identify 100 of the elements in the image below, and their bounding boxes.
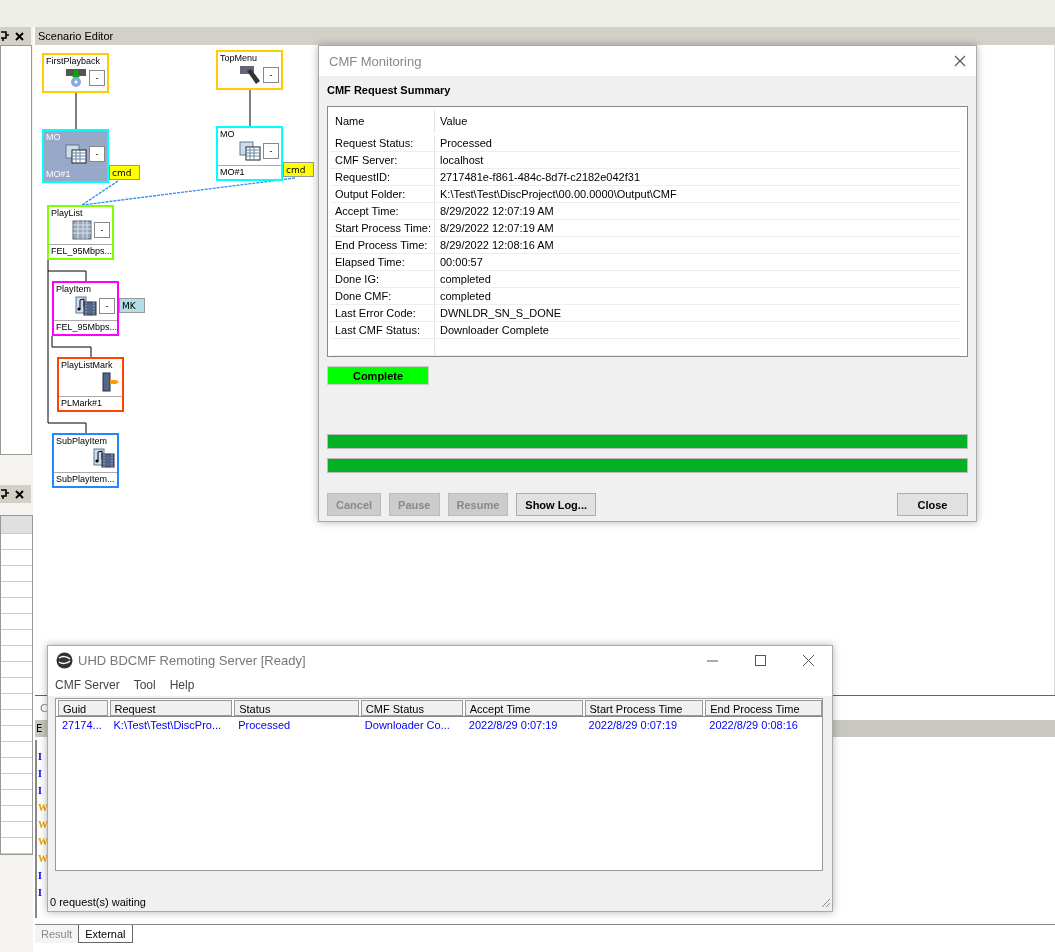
film-music-icon xyxy=(75,296,97,316)
close-icon[interactable] xyxy=(15,31,24,41)
column-header[interactable]: Start Process Time xyxy=(584,699,704,716)
node-label: MO#1 xyxy=(218,165,281,179)
editor-title: Scenario Editor xyxy=(35,27,1055,45)
collapse-button[interactable]: - xyxy=(94,222,110,238)
node-title: PlayList xyxy=(50,207,84,220)
close-icon[interactable] xyxy=(803,654,814,666)
connector-line xyxy=(249,89,251,127)
node-label: PLMark#1 xyxy=(59,396,122,410)
resize-grip-icon[interactable] xyxy=(821,898,831,908)
table-cell: CMF Server: xyxy=(330,152,435,168)
menu-item[interactable]: CMF Server xyxy=(55,678,120,692)
section-heading: CMF Request Summary xyxy=(327,84,452,96)
collapse-button[interactable]: - xyxy=(263,143,279,159)
tab[interactable]: External xyxy=(78,925,133,943)
table-icon xyxy=(239,141,261,161)
log-line: W xyxy=(38,801,48,815)
table-cell-text: 8/29/2022 12:08:16 AM xyxy=(439,238,555,253)
column-header: Value xyxy=(439,114,469,129)
table-cell-text: completed xyxy=(439,272,492,287)
collapse-button[interactable]: - xyxy=(99,298,115,314)
table-cell-text: 2022/8/29 0:07:19 xyxy=(587,718,679,733)
status-badge: Complete xyxy=(327,366,429,385)
close-icon[interactable] xyxy=(954,55,966,67)
disc-icon xyxy=(65,68,87,88)
menu-item[interactable]: Help xyxy=(169,678,195,692)
remote-icon xyxy=(239,65,261,85)
pin-icon[interactable] xyxy=(1,31,9,41)
collapse-button[interactable]: - xyxy=(89,146,105,162)
column-header[interactable]: Request xyxy=(109,699,233,716)
panel-tab[interactable]: C xyxy=(40,701,48,715)
column-header[interactable]: Status xyxy=(234,699,359,716)
table-cell-text: K:\Test\Test\DiscPro... xyxy=(112,718,223,733)
node-title: TopMenu xyxy=(219,52,259,65)
dialog-button[interactable]: Close xyxy=(897,493,968,516)
node-title: SubPlayItem xyxy=(55,435,109,448)
table-cell-text: Processed xyxy=(237,718,292,733)
collapse-button[interactable]: - xyxy=(263,67,279,83)
diagram-node[interactable]: PlayListMark PLMark#1 xyxy=(57,357,124,412)
status-text: 0 request(s) waiting xyxy=(50,896,146,908)
diagram-node[interactable]: PlayList - FEL_95Mbps... xyxy=(47,205,114,260)
connector-line xyxy=(75,92,77,130)
log-line: I xyxy=(38,886,42,900)
pin-icon[interactable] xyxy=(1,489,9,499)
column-header[interactable]: Guid xyxy=(58,699,108,716)
window-title: UHD BDCMF Remoting Server [Ready] xyxy=(78,652,306,668)
node-title: MO xyxy=(45,131,62,144)
table-cell-text: completed xyxy=(439,289,492,304)
log-line: I xyxy=(38,750,42,764)
log-line: I xyxy=(38,767,42,781)
collapse-button[interactable]: - xyxy=(89,70,105,86)
table-cell: RequestID: xyxy=(330,169,435,185)
table-cell-text: Downloader Complete xyxy=(439,323,550,338)
table-cell-text: 2022/8/29 0:08:16 xyxy=(708,718,799,733)
diagram-node[interactable]: MO - MO#1 xyxy=(216,126,283,181)
table-cell: Request Status: xyxy=(330,135,435,151)
node-tag: MK xyxy=(119,298,145,313)
table-cell-text: 00:00:57 xyxy=(439,255,484,270)
table-cell: Done IG: xyxy=(330,271,435,287)
table-cell-text: 8/29/2022 12:07:19 AM xyxy=(439,221,555,236)
table-cell: Last CMF Status: xyxy=(330,322,435,338)
log-line: I xyxy=(38,869,42,883)
maximize-icon[interactable] xyxy=(755,654,766,666)
table-cell: Accept Time: xyxy=(330,203,435,219)
table-cell-text: K:\Test\Test\DiscProject\00.00.0000\Output\CMF xyxy=(439,187,678,202)
node-label: MO#1 xyxy=(44,167,107,181)
table-cell-text: 27174... xyxy=(61,718,103,733)
close-icon[interactable] xyxy=(15,489,24,499)
node-title: MO xyxy=(219,128,236,141)
node-tag: cmd xyxy=(109,165,141,180)
node-label: FEL_95Mbps... xyxy=(49,244,112,258)
column-header[interactable]: Accept Time xyxy=(464,699,583,716)
table-cell-text: 2717481e-f861-484c-8d7f-c2182e042f31 xyxy=(439,170,641,185)
log-line: W xyxy=(38,852,48,866)
table-cell-text: Processed xyxy=(439,136,493,151)
node-title: FirstPlayback xyxy=(45,55,101,68)
log-line: W xyxy=(38,818,48,832)
node-label: SubPlayItem... xyxy=(54,472,117,486)
node-tag: cmd xyxy=(283,162,315,177)
column-header[interactable]: End Process Time xyxy=(705,699,822,716)
table-cell-text: 2022/8/29 0:07:19 xyxy=(467,718,559,733)
window-title: CMF Monitoring xyxy=(329,53,422,69)
app-logo-icon xyxy=(56,651,73,669)
table-cell: Last Error Code: xyxy=(330,305,435,321)
table-cell-text: Downloader Co... xyxy=(363,718,451,733)
table-cell: Output Folder: xyxy=(330,186,435,202)
table-cell: Start Process Time: xyxy=(330,220,435,236)
diagram-node[interactable]: TopMenu - xyxy=(216,50,283,90)
menu-item[interactable]: Tool xyxy=(133,678,156,692)
node-label: FEL_95Mbps... xyxy=(54,320,117,334)
log-line: I xyxy=(38,784,42,798)
table-cell: Done CMF: xyxy=(330,288,435,304)
column-header[interactable]: CMF Status xyxy=(360,699,463,716)
diagram-node[interactable]: FirstPlayback - xyxy=(42,53,109,93)
table-cell-text: DWNLDR_SN_S_DONE xyxy=(439,306,563,321)
diagram-node[interactable]: SubPlayItem SubPlayItem... xyxy=(52,433,119,488)
dialog-button[interactable]: Show Log... xyxy=(516,493,596,516)
diagram-node[interactable]: MO - MO#1 xyxy=(42,129,109,183)
diagram-node[interactable]: PlayItem - FEL_95Mbps... xyxy=(52,281,119,336)
